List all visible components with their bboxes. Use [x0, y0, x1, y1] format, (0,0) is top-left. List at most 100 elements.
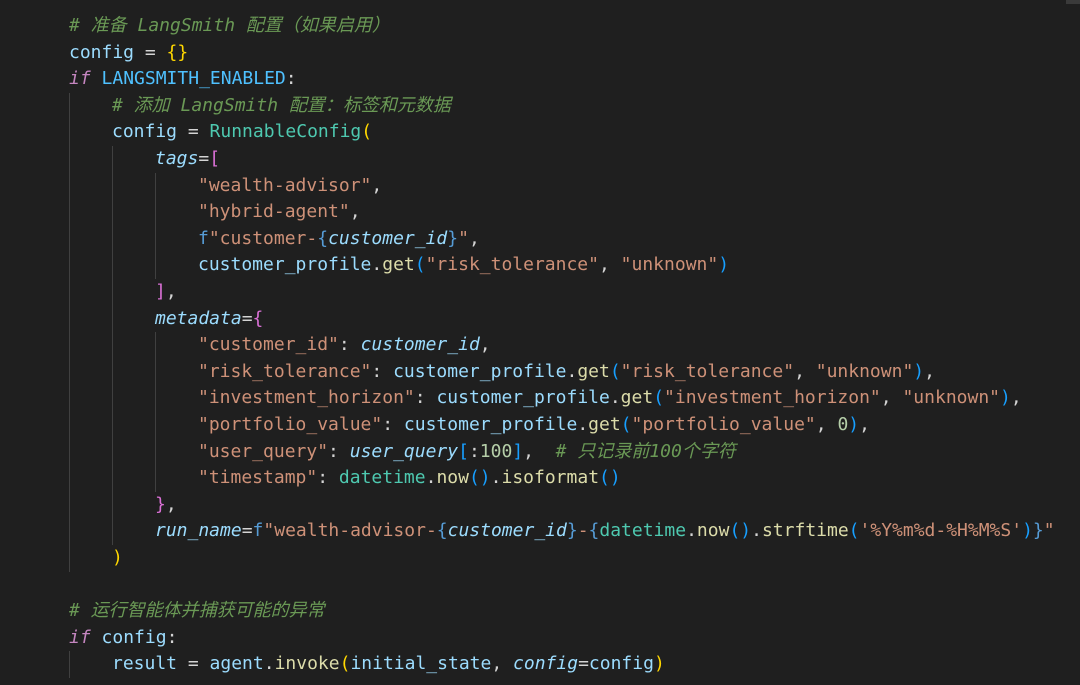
code-token: =	[177, 653, 210, 675]
code-token: "wealth-advisor"	[198, 174, 372, 196]
code-line: "portfolio_value": customer_profile.get(…	[198, 412, 870, 438]
code-token: =	[198, 148, 210, 169]
code-token: ,	[349, 201, 361, 223]
code-line: customer_profile.get("risk_tolerance", "…	[198, 252, 729, 278]
code-token: config	[588, 653, 654, 675]
code-token: ()	[468, 467, 491, 489]
code-editor[interactable]: # 准备 LangSmith 配置（如果启用） config = {} if LAN…	[0, 0, 1080, 685]
code-token: ,	[165, 281, 177, 302]
code-token: }	[155, 493, 166, 515]
code-token: (	[609, 360, 621, 382]
code-token: "unknown"	[620, 254, 719, 276]
code-token: )	[653, 653, 665, 675]
code-token: [	[458, 440, 469, 462]
code-line: )	[112, 545, 123, 571]
code-token: :	[414, 387, 437, 409]
code-token: {	[436, 520, 448, 542]
code-token: "wealth-advisor-	[263, 520, 437, 542]
code-line: "user_query": user_query[:100], # 只记录前10…	[198, 439, 736, 465]
code-token: get	[577, 360, 610, 382]
code-token: (	[848, 520, 860, 542]
code-token: "customer-	[208, 227, 318, 249]
code-token: initial_state	[350, 653, 492, 675]
code-token: [	[209, 148, 221, 169]
code-token: f	[252, 520, 264, 542]
code-token: .	[609, 387, 621, 409]
code-token: 0	[837, 414, 849, 435]
code-token: customer_id	[328, 227, 448, 249]
code-token: now	[696, 520, 730, 542]
code-token: datetime	[599, 520, 687, 542]
code-token: now	[436, 467, 469, 489]
code-token: metadata	[155, 307, 242, 329]
code-token: :	[338, 334, 361, 356]
code-token: config	[112, 121, 178, 143]
code-token: datetime	[338, 467, 426, 489]
code-token: config	[513, 653, 579, 675]
code-line: tags=[	[155, 146, 220, 172]
code-token: customer_profile	[436, 387, 610, 409]
code-token: ,	[468, 227, 480, 249]
code-line: config = RunnableConfig(	[112, 119, 372, 145]
code-token: .	[371, 254, 383, 276]
code-token: =	[241, 307, 253, 329]
code-token: config	[69, 41, 135, 63]
code-token: ,	[794, 360, 816, 382]
code-token: customer_profile	[403, 414, 578, 435]
code-token: customer_profile	[393, 360, 567, 382]
code-token: "portfolio_value"	[198, 414, 383, 435]
code-line: ],	[155, 279, 177, 305]
code-line: "hybrid-agent",	[198, 199, 361, 225]
code-token: "	[458, 227, 469, 249]
code-token: "timestamp"	[198, 467, 318, 489]
code-token: config	[101, 626, 167, 648]
code-token: # 准备 LangSmith 配置（如果启用）	[69, 15, 390, 36]
code-line: "wealth-advisor",	[198, 173, 382, 199]
code-token: ,	[598, 254, 621, 276]
code-line: run_name=f"wealth-advisor-{customer_id}-…	[155, 518, 1055, 544]
code-token: :	[382, 414, 404, 435]
indent-guide	[112, 146, 113, 545]
code-token: )	[1022, 520, 1033, 542]
code-line: "risk_tolerance": customer_profile.get("…	[198, 359, 935, 385]
code-token: ,	[815, 414, 838, 435]
indent-guide	[155, 332, 156, 492]
code-token: "risk_tolerance"	[620, 360, 795, 382]
code-token: {	[588, 520, 600, 542]
code-token: ,	[491, 653, 514, 675]
code-token: if	[69, 68, 91, 90]
code-line: f"customer-{customer_id}",	[198, 226, 480, 252]
code-token: result	[112, 653, 178, 675]
code-token: .	[751, 520, 762, 542]
code-token: ,	[479, 334, 491, 356]
code-token: 100	[479, 440, 513, 462]
code-token: :	[166, 626, 178, 648]
code-token: "user_query"	[198, 440, 329, 462]
code-token: "risk_tolerance"	[425, 254, 599, 276]
code-token: )	[913, 360, 925, 382]
code-token: "investment_horizon"	[198, 387, 415, 409]
code-token: "portfolio_value"	[631, 414, 816, 435]
code-token: "unknown"	[815, 360, 914, 382]
code-line: },	[155, 492, 177, 518]
code-token: "investment_horizon"	[664, 387, 881, 409]
scrollbar-thumb[interactable]	[1066, 0, 1080, 4]
code-token: '%Y%m%d-%H%M%S'	[859, 520, 1023, 542]
code-token: customer_id	[447, 520, 567, 542]
code-token: =	[177, 121, 210, 143]
code-token: (	[620, 414, 632, 435]
code-token: isoformat	[501, 467, 600, 489]
code-token: )	[1000, 387, 1011, 409]
indent-guide	[69, 651, 70, 678]
code-token: )	[848, 414, 860, 435]
code-token: )	[112, 547, 123, 568]
code-token: (	[361, 121, 373, 143]
code-line: if config:	[69, 625, 177, 651]
code-line: "investment_horizon": customer_profile.g…	[198, 385, 1022, 411]
code-token: "hybrid-agent"	[198, 201, 350, 223]
code-token: tags	[155, 148, 199, 169]
code-token: # 运行智能体并捕获可能的异常	[69, 600, 325, 622]
code-line: if LANGSMITH_ENABLED:	[69, 66, 297, 92]
code-token: :	[468, 440, 480, 462]
code-token: "risk_tolerance"	[198, 360, 372, 382]
